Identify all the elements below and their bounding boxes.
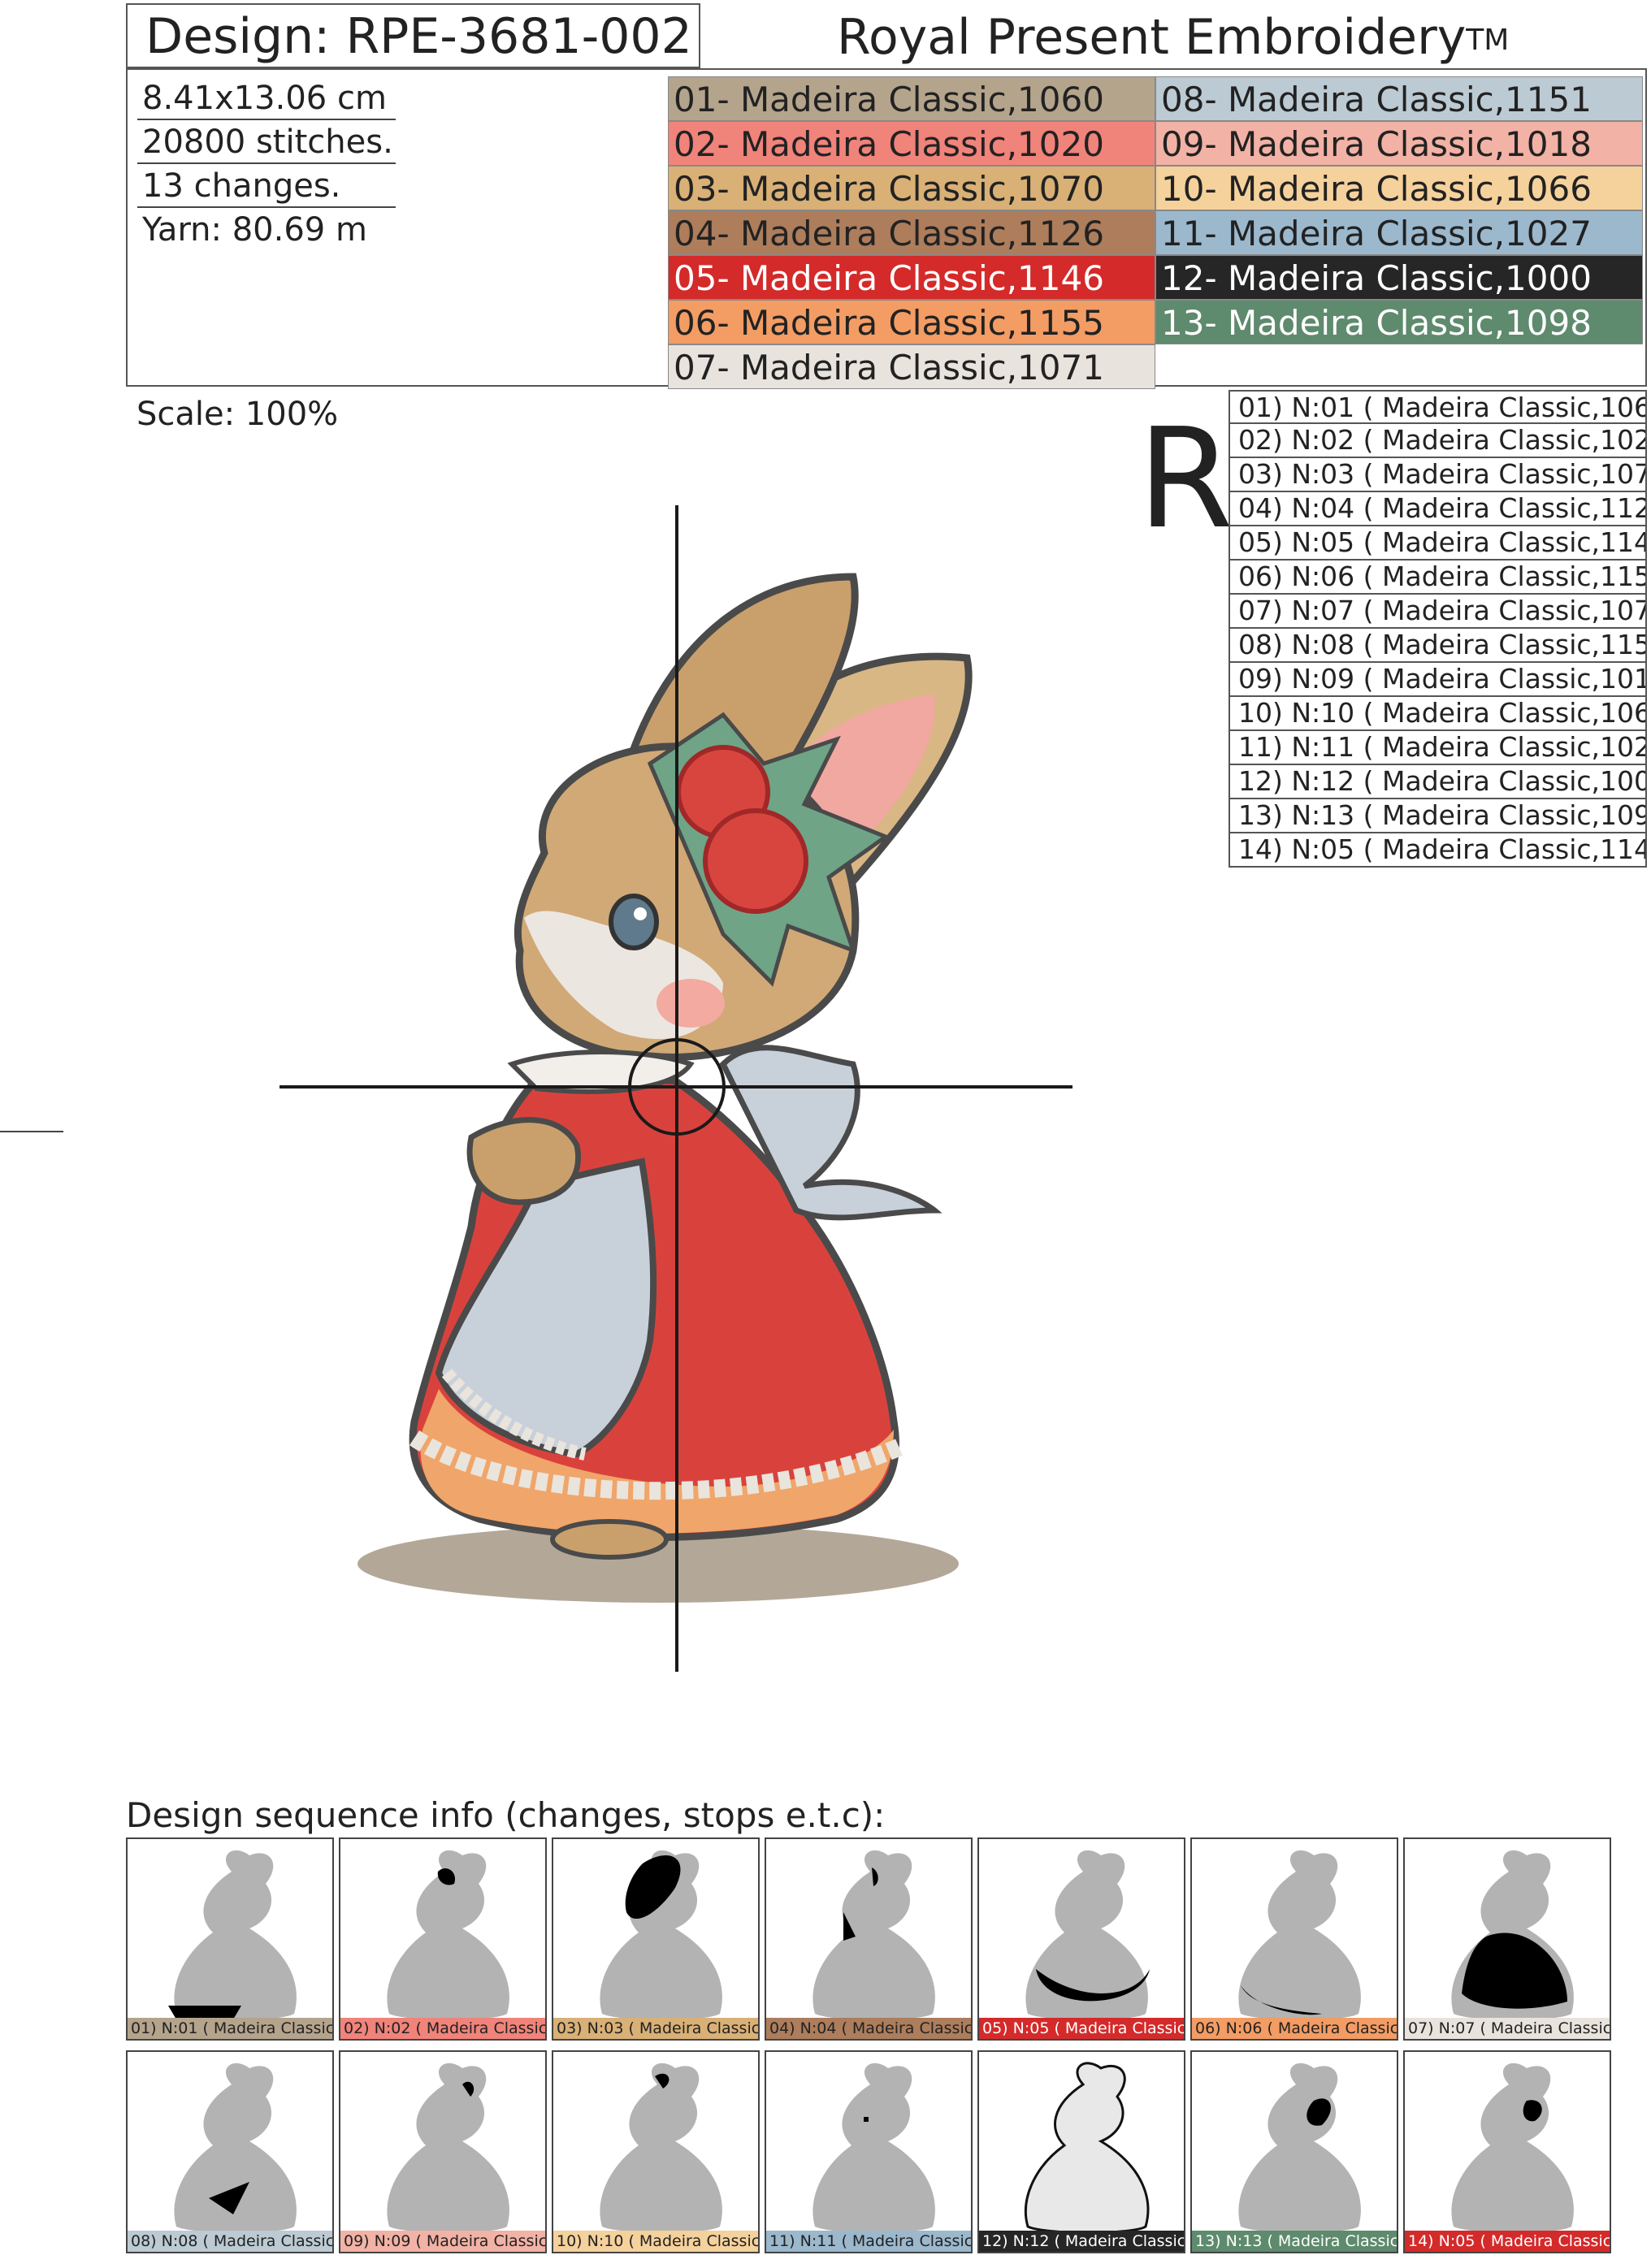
active-color-region [864, 2117, 869, 2122]
sequence-thumbnail: 03) N:03 ( Madeira Classic [552, 1837, 760, 2041]
sequence-item: 01) N:01 ( Madeira Classic,1060) [1228, 390, 1647, 424]
sequence-item: 14) N:05 ( Madeira Classic,1146) [1228, 833, 1647, 868]
thumbnail-label: 09) N:09 ( Madeira Classic [340, 2231, 545, 2252]
bunny-silhouette [387, 2062, 509, 2233]
sequence-thumbnail: 07) N:07 ( Madeira Classic [1403, 1837, 1611, 2041]
sequence-thumbnail: 02) N:02 ( Madeira Classic [339, 1837, 547, 2041]
thumbnail-label: 01) N:01 ( Madeira Classic,1 [128, 2018, 332, 2039]
thumbnail-label: 08) N:08 ( Madeira Classic [128, 2231, 332, 2252]
sequence-item: 13) N:13 ( Madeira Classic,1098) [1228, 799, 1647, 833]
color-swatch-11: 11- Madeira Classic,1027 [1155, 210, 1643, 255]
thumbnail-silhouette [812, 1850, 935, 2020]
thumbnail-silhouette [1238, 2062, 1361, 2233]
bunny-silhouette [1238, 1850, 1361, 2020]
thumbnail-label: 12) N:12 ( Madeira Classic,1 [979, 2231, 1184, 2252]
color-swatch-13: 13- Madeira Classic,1098 [1155, 300, 1643, 344]
thumbnail-silhouette [1025, 1850, 1150, 2020]
thumbnail-silhouette [600, 2062, 722, 2233]
thumbnail-silhouette [600, 1850, 722, 2020]
color-swatch-8: 08- Madeira Classic,1151 [1155, 76, 1643, 121]
thumbnail-label: 10) N:10 ( Madeira Classic,1 [553, 2231, 758, 2252]
stitch-count: 20800 stitches. [137, 120, 396, 164]
center-crosshair [280, 505, 1072, 1672]
sequence-thumbnail: 14) N:05 ( Madeira Classic, [1403, 2050, 1611, 2253]
bunny-silhouette [600, 2062, 722, 2233]
sequence-item: 09) N:09 ( Madeira Classic,1018) [1228, 663, 1647, 697]
sequence-thumbnail: 06) N:06 ( Madeira Classic [1190, 1837, 1398, 2041]
thumbnail-silhouette [174, 2062, 297, 2233]
sequence-item: 02) N:02 ( Madeira Classic,1020) [1228, 424, 1647, 458]
sequence-thumbnail: 11) N:11 ( Madeira Classic,10 [765, 2050, 973, 2253]
thumbnail-silhouette [1451, 2062, 1574, 2233]
sequence-item: 07) N:07 ( Madeira Classic,1071) [1228, 595, 1647, 629]
sequence-thumbnail: 05) N:05 ( Madeira Classic [977, 1837, 1185, 2041]
color-swatch-4: 04- Madeira Classic,1126 [668, 210, 1155, 255]
color-swatch-3: 03- Madeira Classic,1070 [668, 166, 1155, 210]
thumbnail-silhouette [1238, 1850, 1361, 2020]
bunny-silhouette [1238, 2062, 1361, 2233]
outline-stitch [1024, 2062, 1150, 2234]
thumbnail-label: 02) N:02 ( Madeira Classic [340, 2018, 545, 2039]
color-swatch-2: 02- Madeira Classic,1020 [668, 121, 1155, 166]
thumbnail-label: 05) N:05 ( Madeira Classic [979, 2018, 1184, 2039]
sequence-item: 06) N:06 ( Madeira Classic,1155) [1228, 561, 1647, 595]
color-swatch-6: 06- Madeira Classic,1155 [668, 300, 1155, 344]
sequence-item: 10) N:10 ( Madeira Classic,1066) [1228, 697, 1647, 731]
thumbnail-silhouette [168, 1850, 297, 2020]
sequence-item: 03) N:03 ( Madeira Classic,1070) [1228, 458, 1647, 492]
color-swatch-7: 07- Madeira Classic,1071 [668, 344, 1155, 389]
thumbnail-label: 07) N:07 ( Madeira Classic [1405, 2018, 1610, 2039]
thumbnail-silhouette [812, 2062, 935, 2233]
sequence-title: Design sequence info (changes, stops e.t… [126, 1795, 886, 1835]
design-size: 8.41x13.06 cm [137, 76, 396, 120]
design-title: Design: RPE-3681-002 [126, 3, 700, 68]
sequence-thumbnail: 08) N:08 ( Madeira Classic [126, 2050, 334, 2253]
thumbnail-silhouette [387, 1850, 509, 2020]
color-swatch-9: 09- Madeira Classic,1018 [1155, 121, 1643, 166]
rotation-mark: R [1138, 399, 1234, 560]
sequence-item: 08) N:08 ( Madeira Classic,1151) [1228, 629, 1647, 663]
sequence-item: 05) N:05 ( Madeira Classic,1146) [1228, 526, 1647, 561]
thumbnail-label: 03) N:03 ( Madeira Classic [553, 2018, 758, 2039]
edge-marker [0, 1131, 63, 1132]
sequence-item: 12) N:12 ( Madeira Classic,1000) [1228, 765, 1647, 799]
sequence-item: 11) N:11 ( Madeira Classic,1027) [1228, 731, 1647, 765]
thumbnail-label: 06) N:06 ( Madeira Classic [1192, 2018, 1397, 2039]
color-changes: 13 changes. [137, 164, 396, 208]
color-swatch-12: 12- Madeira Classic,1000 [1155, 255, 1643, 300]
bunny-silhouette [812, 2062, 935, 2233]
bunny-silhouette [174, 1850, 297, 2020]
trademark-mark: TM [1466, 24, 1510, 57]
thumbnail-label: 13) N:13 ( Madeira Classic,1 [1192, 2231, 1397, 2252]
scale-label: Scale: 100% [136, 396, 339, 433]
thumbnail-label: 11) N:11 ( Madeira Classic,10 [766, 2231, 971, 2252]
sequence-thumbnail: 04) N:04 ( Madeira Classic [765, 1837, 973, 2041]
sequence-thumbnail: 10) N:10 ( Madeira Classic,1 [552, 2050, 760, 2253]
sequence-thumbnail: 12) N:12 ( Madeira Classic,1 [977, 2050, 1185, 2253]
stitch-sequence-list: 01) N:01 ( Madeira Classic,1060) 02) N:02… [1228, 390, 1647, 868]
thumbnail-silhouette [387, 2062, 509, 2233]
color-swatch-10: 10- Madeira Classic,1066 [1155, 166, 1643, 210]
thumbnail-silhouette [1024, 2062, 1150, 2234]
brand-text: Royal Present Embroidery [837, 9, 1467, 66]
bunny-silhouette [1451, 2062, 1574, 2233]
yarn-length: Yarn: 80.69 m [142, 211, 367, 249]
color-swatch-1: 01- Madeira Classic,1060 [668, 76, 1155, 121]
sequence-item: 04) N:04 ( Madeira Classic,1126) [1228, 492, 1647, 526]
brand-name: Royal Present EmbroideryTM [837, 5, 1509, 70]
design-info-panel: 8.41x13.06 cm 20800 stitches. 13 changes… [126, 68, 1647, 389]
sequence-thumbnail: 13) N:13 ( Madeira Classic,1 [1190, 2050, 1398, 2253]
color-swatch-5: 05- Madeira Classic,1146 [668, 255, 1155, 300]
thumbnail-label: 14) N:05 ( Madeira Classic, [1405, 2231, 1610, 2252]
sequence-thumbnail: 01) N:01 ( Madeira Classic,1 [126, 1837, 334, 2041]
thumbnail-silhouette [1451, 1850, 1574, 2020]
sequence-thumbnail: 09) N:09 ( Madeira Classic [339, 2050, 547, 2253]
thumbnail-label: 04) N:04 ( Madeira Classic [766, 2018, 971, 2039]
